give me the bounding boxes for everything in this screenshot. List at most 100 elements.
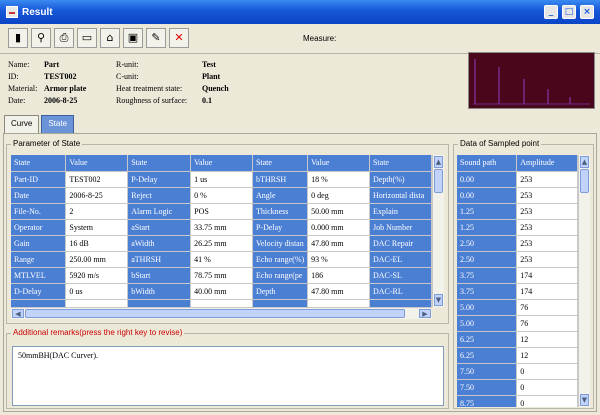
parameter-table[interactable]: State Value State Value State Value State Part-…	[11, 155, 432, 307]
sound-path-cell[interactable]: 2.50	[457, 251, 518, 268]
value-cell[interactable]: POS	[190, 203, 253, 220]
state-cell[interactable]: Operator	[11, 219, 67, 236]
column-header[interactable]: Value	[65, 155, 129, 172]
table-row[interactable]: 8.75 0	[457, 395, 578, 407]
state-cell[interactable]: Horizontal dista	[369, 187, 432, 204]
sound-path-cell[interactable]: 5.00	[457, 315, 518, 332]
table-row[interactable]: 6.25 12	[457, 331, 578, 348]
state-cell[interactable]: DAC-EL	[369, 251, 432, 268]
state-cell[interactable]: MTLVEL	[11, 267, 67, 284]
print-icon[interactable]: ⎙	[54, 28, 74, 48]
table-row[interactable]: 7.50 0	[457, 363, 578, 380]
value-cell[interactable]	[65, 299, 129, 307]
state-cell[interactable]: P-Delay	[252, 219, 309, 236]
sound-path-cell[interactable]: 7.50	[457, 379, 518, 396]
home-icon[interactable]: ⌂	[100, 28, 120, 48]
value-cell[interactable]: 47.80 mm	[307, 235, 370, 252]
state-cell[interactable]: bStart	[127, 267, 192, 284]
value-cell[interactable]: 18 %	[307, 171, 370, 188]
tab-curve[interactable]: Curve	[4, 115, 40, 133]
remarks-textarea[interactable]: 50mmBH(DAC Curver).	[12, 346, 444, 406]
state-cell[interactable]: Gain	[11, 235, 67, 252]
state-cell[interactable]: Explain	[369, 203, 432, 220]
value-cell[interactable]: TEST002	[65, 171, 129, 188]
value-cell[interactable]: 2	[65, 203, 129, 220]
value-cell[interactable]: 93 %	[307, 251, 370, 268]
value-cell[interactable]	[190, 299, 253, 307]
state-cell[interactable]: Reject	[127, 187, 192, 204]
value-cell[interactable]: 33.75 mm	[190, 219, 253, 236]
sound-path-cell[interactable]: 5.00	[457, 299, 518, 316]
screen-icon[interactable]: ▣	[123, 28, 143, 48]
folder-icon[interactable]: ▭	[77, 28, 97, 48]
value-cell[interactable]: 0 %	[190, 187, 253, 204]
state-cell[interactable]	[252, 299, 309, 307]
table-row[interactable]: 3.75 174	[457, 267, 578, 284]
value-cell[interactable]: 16 dB	[65, 235, 129, 252]
column-header[interactable]: Amplitude	[516, 155, 578, 172]
scroll-up-arrow-icon[interactable]: ▲	[434, 156, 443, 168]
value-cell[interactable]: 0 us	[65, 283, 129, 300]
value-cell[interactable]	[307, 299, 370, 307]
state-cell[interactable]: Depth	[252, 283, 309, 300]
amplitude-cell[interactable]: 253	[516, 203, 578, 220]
amplitude-cell[interactable]: 253	[516, 251, 578, 268]
value-cell[interactable]: 78.75 mm	[190, 267, 253, 284]
amplitude-cell[interactable]: 76	[516, 315, 578, 332]
sampled-vscroll-thumb[interactable]	[580, 169, 589, 193]
amplitude-cell[interactable]: 174	[516, 283, 578, 300]
amplitude-cell[interactable]: 253	[516, 187, 578, 204]
sampled-table[interactable]: Sound path Amplitude 0.00 253 0.00 253 1.25 253…	[457, 155, 578, 407]
edit-icon[interactable]: ✎	[146, 28, 166, 48]
table-row[interactable]: Date 2006-8-25 Reject 0 % Angle 0 deg Horizont…	[11, 187, 432, 204]
state-cell[interactable]: aStart	[127, 219, 192, 236]
amplitude-cell[interactable]: 253	[516, 219, 578, 236]
close-window-button[interactable]: ×	[580, 5, 594, 19]
parameter-vscroll-thumb[interactable]	[434, 169, 443, 193]
sound-path-cell[interactable]: 1.25	[457, 219, 518, 236]
parameter-vscroll[interactable]: ▲ ▼	[432, 155, 444, 307]
table-row[interactable]: MTLVEL 5920 m/s bStart 78.75 mm Echo range(p…	[11, 267, 432, 284]
amplitude-cell[interactable]: 253	[516, 235, 578, 252]
value-cell[interactable]: 0 deg	[307, 187, 370, 204]
table-row[interactable]: 5.00 76	[457, 299, 578, 316]
sound-path-cell[interactable]: 6.25	[457, 331, 518, 348]
state-cell[interactable]: DAC Repair	[369, 235, 432, 252]
state-cell[interactable]: Range	[11, 251, 67, 268]
chart-icon[interactable]: ▮	[8, 28, 28, 48]
state-cell[interactable]: File-No.	[11, 203, 67, 220]
state-cell[interactable]: Echo range(%)	[252, 251, 309, 268]
parameter-hscroll-thumb[interactable]	[25, 309, 405, 318]
table-row[interactable]: 0.00 253	[457, 171, 578, 188]
scroll-up-arrow-icon[interactable]: ▲	[580, 156, 589, 168]
table-row[interactable]: 6.25 12	[457, 347, 578, 364]
sound-path-cell[interactable]: 6.25	[457, 347, 518, 364]
state-cell[interactable]: Job Number	[369, 219, 432, 236]
column-header[interactable]: State	[127, 155, 192, 172]
state-cell[interactable]: D-Delay	[11, 283, 67, 300]
value-cell[interactable]: 47.80 mm	[307, 283, 370, 300]
search-icon[interactable]: ⚲	[31, 28, 51, 48]
amplitude-cell[interactable]: 174	[516, 267, 578, 284]
state-cell[interactable]: Alarm Logic	[127, 203, 192, 220]
column-header[interactable]: State	[369, 155, 432, 172]
table-row[interactable]: 2.50 253	[457, 235, 578, 252]
sound-path-cell[interactable]: 0.00	[457, 187, 518, 204]
state-cell[interactable]: P-Delay	[127, 171, 192, 188]
state-cell[interactable]: bWidth	[127, 283, 192, 300]
table-row[interactable]: Part-ID TEST002 P-Delay 1 us bTHRSH 18 % Depth…	[11, 171, 432, 188]
state-cell[interactable]: Thickness	[252, 203, 309, 220]
amplitude-cell[interactable]: 0	[516, 363, 578, 380]
sound-path-cell[interactable]: 7.50	[457, 363, 518, 380]
state-cell[interactable]: Angle	[252, 187, 309, 204]
sampled-vscroll[interactable]: ▲ ▼	[578, 155, 590, 407]
column-header[interactable]: Value	[307, 155, 370, 172]
table-row[interactable]: Range 250.00 mm aTHRSH 41 % Echo range(%) 93 …	[11, 251, 432, 268]
value-cell[interactable]: 2006-8-25	[65, 187, 129, 204]
value-cell[interactable]: 186	[307, 267, 370, 284]
scroll-down-arrow-icon[interactable]: ▼	[434, 294, 443, 306]
table-row[interactable]	[11, 299, 432, 307]
table-row[interactable]: 7.50 0	[457, 379, 578, 396]
tab-state[interactable]: State	[41, 115, 75, 133]
table-row[interactable]: 1.25 253	[457, 219, 578, 236]
